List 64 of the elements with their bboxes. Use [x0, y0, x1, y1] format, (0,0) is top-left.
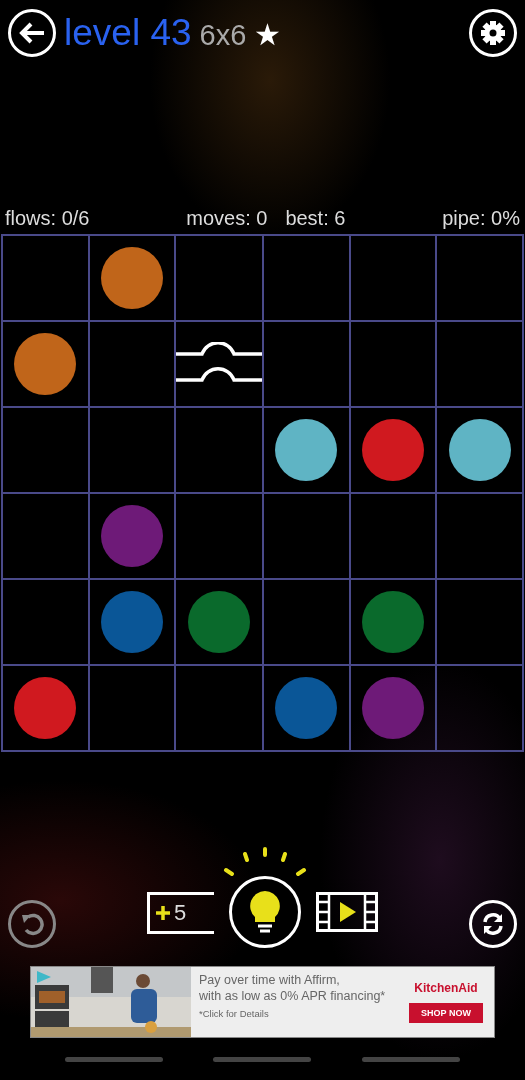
ad-text: Pay over time with Affirm, [199, 973, 341, 987]
grid-cell[interactable] [436, 407, 523, 493]
grid-cell[interactable] [2, 321, 89, 407]
grid-cell[interactable] [175, 407, 264, 493]
moves-count: moves: 0 [186, 206, 268, 230]
grid-cell[interactable] [88, 321, 176, 407]
restart-button[interactable] [469, 900, 517, 948]
grid-cell[interactable] [2, 493, 89, 579]
plus-icon [156, 906, 170, 920]
grid-cell[interactable] [436, 493, 523, 579]
ad-banner[interactable]: Pay over time with Affirm, with as low as 0% APR financing* *Click for Details KitchenAid SHOP NOW [30, 966, 495, 1038]
grid-cell[interactable] [436, 235, 523, 321]
grid-cell[interactable] [88, 235, 176, 321]
grid-cell[interactable] [263, 235, 350, 321]
level-title: level 43 [64, 12, 192, 54]
nav-bar-pill[interactable] [213, 1056, 312, 1062]
back-arrow-icon [18, 21, 46, 45]
grid-cell[interactable] [2, 579, 89, 665]
grid-cell[interactable] [88, 493, 176, 579]
flows-count: flows: 0/6 [5, 206, 90, 230]
pipe-percent: pipe: 0% [442, 206, 520, 230]
grid-cell[interactable] [436, 665, 523, 751]
grid-size: 6x6 [199, 18, 247, 52]
grid-cell[interactable] [349, 665, 437, 751]
grid-cell[interactable] [175, 493, 264, 579]
grid-cell[interactable] [175, 321, 264, 407]
video-play-icon[interactable] [316, 892, 378, 932]
grid-cell[interactable] [2, 665, 89, 751]
grid-cell[interactable] [349, 321, 437, 407]
best-score: best: 6 [285, 206, 346, 230]
grid-cell[interactable] [263, 665, 350, 751]
ad-text: with as low as 0% APR financing* [199, 989, 387, 1003]
grid-cell[interactable] [349, 407, 437, 493]
grid-cell[interactable] [88, 665, 176, 751]
nav-bar-pill[interactable] [361, 1056, 460, 1062]
grid-cell[interactable] [436, 579, 523, 665]
ad-note: *Click for Details [199, 1008, 270, 1019]
settings-button[interactable] [469, 9, 517, 57]
brand-name: KitchenAid [414, 981, 478, 995]
settings-icon [480, 20, 506, 46]
grid-cell[interactable] [349, 493, 437, 579]
refresh-icon [481, 912, 505, 936]
grid-cell[interactable] [175, 665, 264, 751]
grid-cell[interactable] [263, 493, 350, 579]
lightbulb-icon [248, 890, 282, 934]
grid-cell[interactable] [2, 235, 89, 321]
back-button[interactable] [8, 9, 56, 57]
grid-cell[interactable] [88, 407, 176, 493]
grid-cell[interactable] [175, 235, 264, 321]
grid-cell[interactable] [263, 321, 350, 407]
grid-cell[interactable] [263, 579, 350, 665]
shop-now-button[interactable]: SHOP NOW [409, 1003, 483, 1023]
grid-cell[interactable] [88, 579, 176, 665]
grid-cell[interactable] [436, 321, 523, 407]
nav-bar-pill[interactable] [65, 1056, 164, 1062]
grid-cell[interactable] [349, 235, 437, 321]
grid-cell[interactable] [349, 579, 437, 665]
hint-count: 5 [174, 900, 187, 926]
rating-glyph: ★ [254, 16, 282, 52]
grid-cell[interactable] [263, 407, 350, 493]
undo-icon [20, 912, 44, 936]
grid-cell[interactable] [175, 579, 264, 665]
undo-button[interactable] [8, 900, 56, 948]
grid-cell[interactable] [2, 407, 89, 493]
